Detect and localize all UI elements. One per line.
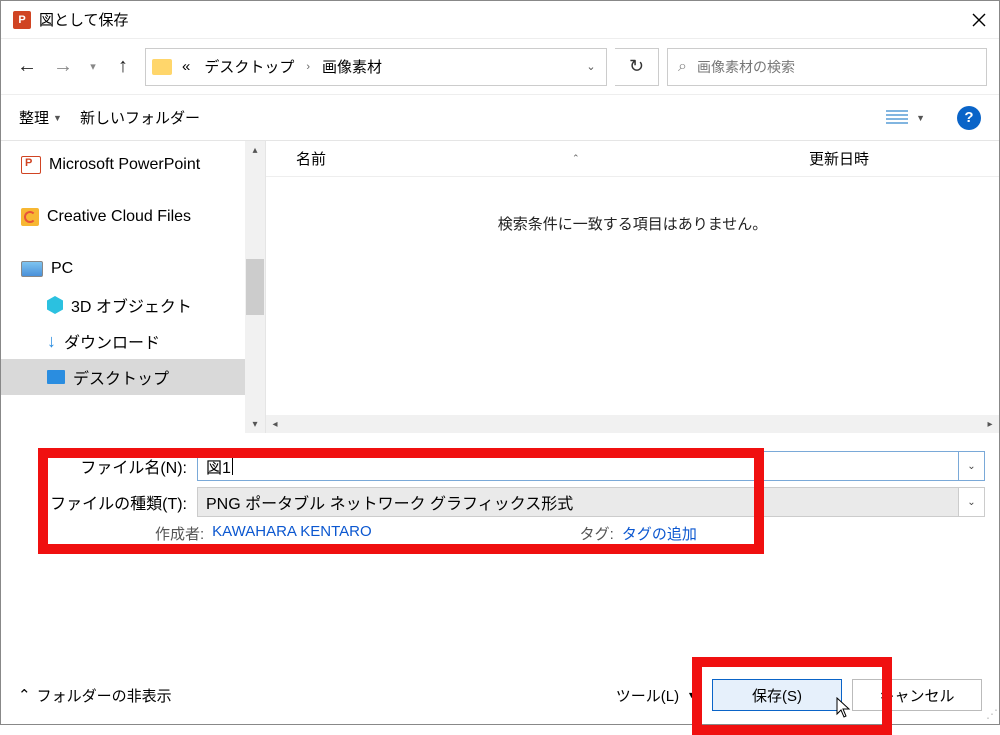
search-input[interactable]: ⌕ 画像素材の検索 — [667, 48, 987, 86]
toolbar: 整理▼ 新しいフォルダー ▼ ? — [1, 95, 999, 141]
back-button[interactable]: ← — [13, 53, 41, 81]
chevron-down-icon: ▼ — [53, 113, 62, 123]
sidebar-item-desktop[interactable]: デスクトップ — [1, 359, 265, 395]
new-folder-button[interactable]: 新しいフォルダー — [80, 107, 200, 128]
chevron-down-icon: ▼ — [916, 113, 925, 123]
sidebar-scrollbar[interactable]: ▴ ▾ — [245, 141, 265, 433]
forward-button[interactable]: → — [49, 53, 77, 81]
breadcrumb[interactable]: « デスクトップ › 画像素材 ⌄ — [145, 48, 607, 86]
up-button[interactable]: ↑ — [109, 53, 137, 81]
refresh-button[interactable]: ↻ — [615, 48, 659, 86]
sidebar-item-label: 3D オブジェクト — [71, 293, 192, 317]
organize-button[interactable]: 整理▼ — [19, 107, 62, 128]
chevron-up-icon: ⌃ — [18, 686, 31, 704]
tools-button[interactable]: ツール(L) ▼ — [610, 685, 702, 706]
crumb-folder[interactable]: 画像素材 — [318, 56, 386, 77]
help-button[interactable]: ? — [957, 106, 981, 130]
scroll-up-icon[interactable]: ▴ — [245, 141, 265, 159]
sidebar-item-creative-cloud[interactable]: Creative Cloud Files — [1, 199, 265, 235]
breadcrumb-expand[interactable]: ⌄ — [576, 49, 606, 85]
scroll-down-icon[interactable]: ▾ — [245, 415, 265, 433]
sidebar-item-label: PC — [51, 260, 73, 278]
cancel-button[interactable]: キャンセル — [852, 679, 982, 711]
save-button[interactable]: 保存(S) — [712, 679, 842, 711]
column-name[interactable]: 名前 — [296, 148, 326, 169]
filetype-row: ファイルの種類(T): PNG ポータブル ネットワーク グラフィックス形式 ⌄ — [15, 487, 985, 517]
folder-icon — [152, 59, 172, 75]
filename-row: ファイル名(N): 図1 ⌄ — [15, 451, 985, 481]
dialog-title: 図として保存 — [39, 9, 129, 30]
horizontal-scrollbar[interactable]: ◂ ▸ — [266, 415, 999, 433]
download-icon: ↓ — [47, 331, 56, 352]
file-list-pane: 名前 ⌃ 更新日時 検索条件に一致する項目はありません。 ◂ ▸ — [266, 141, 999, 433]
sidebar-item-label: デスクトップ — [73, 365, 169, 389]
sidebar-item-3d-objects[interactable]: 3D オブジェクト — [1, 287, 265, 323]
bottom-bar: ⌃ フォルダーの非表示 ツール(L) ▼ 保存(S) キャンセル ⋰ — [0, 665, 1000, 725]
column-headers: 名前 ⌃ 更新日時 — [266, 141, 999, 177]
nav-row: ← → ▾ ↑ « デスクトップ › 画像素材 ⌄ ↻ ⌕ 画像素材の検索 — [1, 39, 999, 95]
save-fields: ファイル名(N): 図1 ⌄ ファイルの種類(T): PNG ポータブル ネット… — [1, 433, 999, 552]
author-label: 作成者: — [155, 523, 204, 544]
titlebar: P 図として保存 — [1, 1, 999, 39]
filename-label: ファイル名(N): — [15, 454, 197, 478]
resize-grip-icon[interactable]: ⋰ — [986, 707, 996, 721]
cursor-icon — [836, 697, 852, 719]
sidebar: Microsoft PowerPoint Creative Cloud File… — [1, 141, 266, 433]
powerpoint-file-icon — [21, 156, 41, 174]
powerpoint-icon: P — [13, 11, 31, 29]
scroll-left-icon[interactable]: ◂ — [266, 419, 284, 430]
chevron-right-icon: › — [304, 61, 312, 73]
chevron-down-icon: ▼ — [687, 690, 696, 700]
view-mode-button[interactable]: ▼ — [886, 110, 925, 126]
scroll-thumb[interactable] — [246, 259, 264, 315]
tag-value[interactable]: タグの追加 — [622, 523, 697, 544]
crumb-desktop[interactable]: デスクトップ — [200, 56, 298, 77]
recent-dropdown[interactable]: ▾ — [85, 53, 101, 81]
scroll-right-icon[interactable]: ▸ — [981, 419, 999, 430]
filename-dropdown[interactable]: ⌄ — [959, 451, 985, 481]
pc-icon — [21, 261, 43, 277]
sort-indicator-icon: ⌃ — [572, 153, 580, 164]
creative-cloud-icon — [21, 208, 39, 226]
search-icon: ⌕ — [678, 58, 687, 76]
author-value[interactable]: KAWAHARA KENTARO — [212, 523, 371, 544]
body-split: Microsoft PowerPoint Creative Cloud File… — [1, 141, 999, 433]
tag-label: タグ: — [580, 523, 614, 544]
meta-row: 作成者: KAWAHARA KENTARO タグ: タグの追加 — [15, 523, 985, 544]
sidebar-item-downloads[interactable]: ↓ ダウンロード — [1, 323, 265, 359]
close-button[interactable] — [967, 8, 991, 32]
view-icon — [886, 110, 908, 126]
cube-icon — [47, 296, 63, 314]
hide-folders-button[interactable]: ⌃ フォルダーの非表示 — [18, 685, 172, 706]
filetype-dropdown[interactable]: ⌄ — [959, 487, 985, 517]
desktop-icon — [47, 370, 65, 384]
sidebar-item-label: Microsoft PowerPoint — [49, 156, 200, 174]
sidebar-item-pc[interactable]: PC — [1, 251, 265, 287]
sidebar-item-powerpoint[interactable]: Microsoft PowerPoint — [1, 147, 265, 183]
filename-input[interactable]: 図1 — [197, 451, 959, 481]
crumb-prefix: « — [178, 58, 194, 75]
sidebar-item-label: Creative Cloud Files — [47, 208, 191, 226]
filetype-label: ファイルの種類(T): — [15, 490, 197, 514]
sidebar-item-label: ダウンロード — [64, 329, 160, 353]
filetype-combo[interactable]: PNG ポータブル ネットワーク グラフィックス形式 — [197, 487, 959, 517]
search-placeholder: 画像素材の検索 — [697, 57, 795, 77]
empty-message: 検索条件に一致する項目はありません。 — [266, 177, 999, 234]
column-date[interactable]: 更新日時 — [809, 148, 999, 169]
